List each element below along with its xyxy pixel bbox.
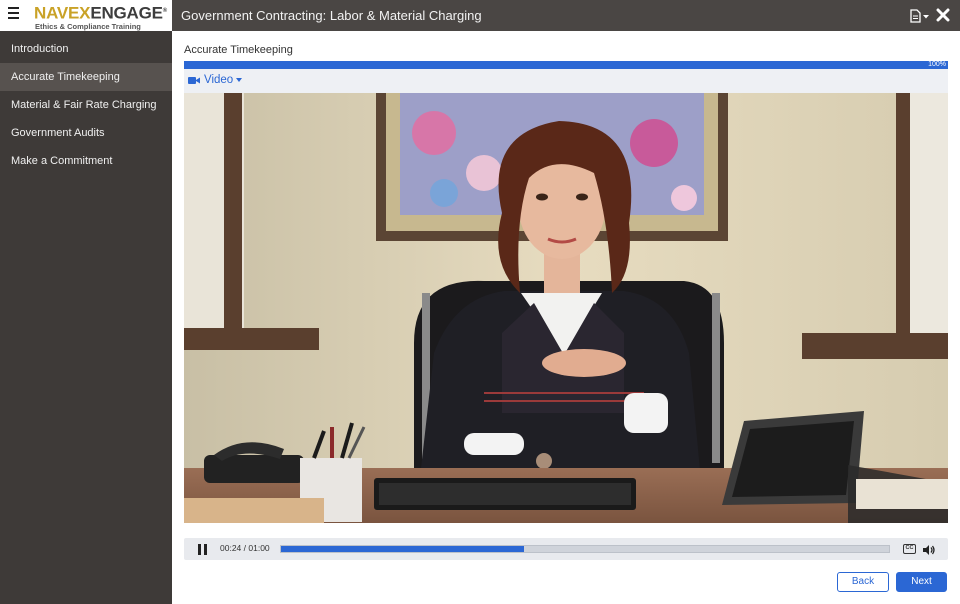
top-bar: NAVEXENGAGE® Ethics & Compliance Trainin… <box>0 0 960 31</box>
page-title: Accurate Timekeeping <box>184 44 293 56</box>
sidebar-item-introduction[interactable]: Introduction <box>0 35 172 63</box>
back-button[interactable]: Back <box>837 572 889 592</box>
next-button[interactable]: Next <box>896 572 947 592</box>
app-window: NAVEXENGAGE® Ethics & Compliance Trainin… <box>0 0 960 604</box>
navex-engage-logo: NAVEXENGAGE® Ethics & Compliance Trainin… <box>34 3 168 31</box>
pause-icon[interactable] <box>198 544 208 555</box>
closed-captions-icon[interactable]: CC <box>903 544 916 554</box>
logo-navex-text: NAVEX <box>34 3 91 23</box>
brand-area: NAVEXENGAGE® Ethics & Compliance Trainin… <box>0 0 172 31</box>
document-icon <box>910 9 929 23</box>
sidebar-item-accurate-timekeeping[interactable]: Accurate Timekeeping <box>0 63 172 91</box>
sidebar-nav: Introduction Accurate Timekeeping Materi… <box>0 31 172 604</box>
media-type-label: Video <box>204 74 234 86</box>
video-controls: 00:24 / 01:00 CC <box>184 538 948 560</box>
sidebar-item-government-audits[interactable]: Government Audits <box>0 119 172 147</box>
time-display: 00:24 / 01:00 <box>220 543 270 553</box>
seek-bar[interactable] <box>280 545 890 553</box>
sidebar-item-make-a-commitment[interactable]: Make a Commitment <box>0 147 172 175</box>
sidebar-item-material-fair-rate-charging[interactable]: Material & Fair Rate Charging <box>0 91 172 119</box>
close-icon[interactable] <box>936 8 950 22</box>
hamburger-icon[interactable] <box>8 7 19 21</box>
document-menu-button[interactable] <box>909 9 931 23</box>
media-type-dropdown[interactable]: Video <box>188 74 243 86</box>
volume-icon[interactable] <box>922 543 936 555</box>
current-time: 00:24 <box>220 543 242 553</box>
main-content: Accurate Timekeeping 100% Video 00:24 / … <box>172 31 960 604</box>
media-bar: Video <box>184 69 948 93</box>
video-frame <box>184 93 948 523</box>
course-title: Government Contracting: Labor & Material… <box>181 8 482 23</box>
registered-mark: ® <box>162 8 168 14</box>
seek-bar-fill <box>281 546 525 552</box>
lesson-progress-bar: 100% <box>184 61 948 69</box>
video-player[interactable] <box>184 93 948 523</box>
chevron-down-icon <box>236 78 243 82</box>
logo-engage-text: ENGAGE <box>90 3 163 23</box>
logo-tagline: Ethics & Compliance Training <box>35 21 141 31</box>
video-camera-icon <box>188 76 200 84</box>
duration: 01:00 <box>248 543 270 553</box>
